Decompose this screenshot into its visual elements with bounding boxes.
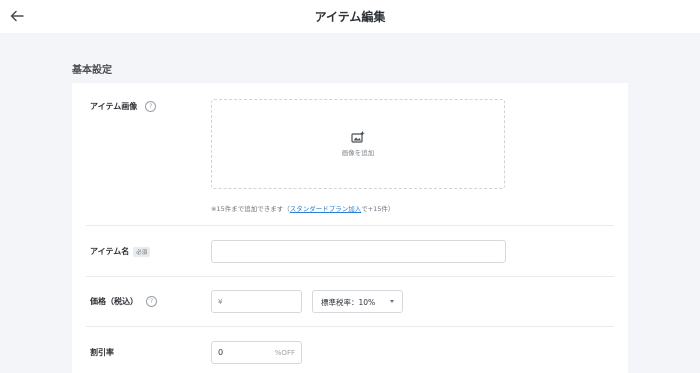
divider bbox=[86, 225, 614, 226]
help-icon[interactable]: ? bbox=[145, 101, 157, 112]
price-label-row: 価格（税込） ? bbox=[90, 296, 157, 307]
discount-input[interactable]: 0 %OFF bbox=[211, 341, 302, 364]
add-image-icon bbox=[351, 131, 365, 143]
required-badge: 必須 bbox=[133, 246, 151, 257]
yen-prefix: ¥ bbox=[218, 298, 223, 306]
image-upload-area[interactable]: 画像を追加 bbox=[211, 99, 505, 189]
discount-label: 割引率 bbox=[90, 348, 114, 357]
divider bbox=[86, 276, 614, 277]
settings-card: アイテム画像 ? 画像を追加 ※15件まで追加できます（スタンダードプラン加入で… bbox=[72, 83, 628, 373]
price-label: 価格（税込） bbox=[90, 297, 138, 306]
price-input[interactable]: ¥ bbox=[211, 290, 302, 313]
upload-label: 画像を追加 bbox=[341, 149, 375, 157]
discount-suffix: %OFF bbox=[274, 349, 295, 357]
divider bbox=[86, 326, 614, 327]
note-prefix: ※15件まで追加できます（ bbox=[211, 205, 290, 213]
item-image-label: アイテム画像 bbox=[90, 102, 138, 111]
item-name-label-row: アイテム名 必須 bbox=[90, 246, 151, 257]
help-icon[interactable]: ? bbox=[146, 296, 157, 307]
note-suffix: で+15件） bbox=[361, 205, 395, 213]
section-title: 基本設定 bbox=[72, 65, 112, 76]
top-bar: アイテム編集 bbox=[0, 0, 700, 33]
item-name-label: アイテム名 bbox=[90, 247, 130, 256]
discount-label-row: 割引率 bbox=[90, 347, 114, 358]
tax-rate-value: 標準税率：10% bbox=[321, 298, 376, 307]
item-name-input[interactable] bbox=[211, 240, 506, 263]
item-image-label-row: アイテム画像 ? bbox=[90, 101, 157, 112]
tax-rate-select[interactable]: 標準税率：10% bbox=[312, 290, 403, 313]
standard-plan-link[interactable]: スタンダードプラン加入 bbox=[290, 205, 362, 213]
upload-limit-note: ※15件まで追加できます（スタンダードプラン加入で+15件） bbox=[211, 203, 394, 213]
page-title: アイテム編集 bbox=[314, 10, 386, 24]
chevron-down-icon bbox=[390, 300, 394, 303]
discount-value: 0 bbox=[218, 348, 224, 357]
